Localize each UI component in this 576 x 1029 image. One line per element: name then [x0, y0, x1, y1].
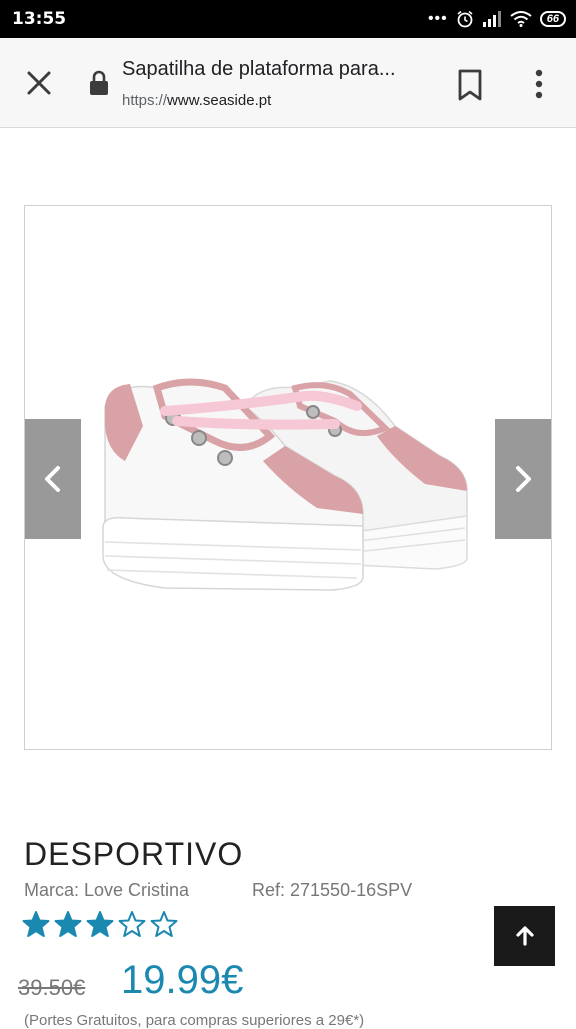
- chevron-left-icon: [45, 466, 60, 492]
- product-name: DESPORTIVO: [24, 836, 244, 872]
- status-icons: ••• 66: [428, 9, 566, 29]
- chevron-right-icon: [516, 466, 531, 492]
- rating-stars[interactable]: [22, 910, 178, 938]
- sale-price: 19.99€: [121, 958, 244, 1002]
- url-host: www.seaside.pt: [167, 92, 272, 109]
- overflow-menu-icon[interactable]: [524, 66, 554, 102]
- product-brand: Marca: Love Cristina: [24, 880, 190, 900]
- back-to-top-button[interactable]: [494, 906, 555, 966]
- wifi-icon: [510, 11, 532, 27]
- star-filled-icon[interactable]: [22, 910, 50, 938]
- star-filled-icon[interactable]: [86, 910, 114, 938]
- gallery-prev-button[interactable]: [25, 419, 81, 539]
- signal-icon: [482, 11, 501, 27]
- browser-toolbar: Sapatilha de plataforma para... https://…: [0, 38, 576, 128]
- star-empty-icon[interactable]: [118, 910, 146, 938]
- lock-icon: [90, 70, 108, 95]
- bookmark-icon[interactable]: [455, 68, 485, 102]
- status-time: 13:55: [12, 9, 67, 29]
- url-scheme: https://: [122, 92, 168, 109]
- product-image-gallery[interactable]: [24, 205, 552, 750]
- url-bar[interactable]: https://www.seaside.pt: [122, 92, 271, 109]
- page-title[interactable]: Sapatilha de plataforma para...: [122, 58, 422, 81]
- close-icon[interactable]: [20, 64, 58, 102]
- gallery-next-button[interactable]: [495, 419, 551, 539]
- alarm-icon: [457, 10, 473, 28]
- product-ref: Ref: 271550-16SPV: [252, 880, 413, 900]
- product-image: [102, 378, 468, 591]
- shipping-note: (Portes Gratuitos, para compras superior…: [24, 1012, 365, 1029]
- arrow-up-icon: [515, 926, 534, 946]
- star-empty-icon[interactable]: [150, 910, 178, 938]
- status-bar: 13:55 ••• 66: [0, 0, 576, 38]
- more-dots-icon: •••: [427, 10, 448, 27]
- star-filled-icon[interactable]: [54, 910, 82, 938]
- battery-icon: 66: [539, 11, 566, 27]
- battery-level: 66: [546, 13, 559, 25]
- old-price: 39.50€: [18, 975, 86, 1000]
